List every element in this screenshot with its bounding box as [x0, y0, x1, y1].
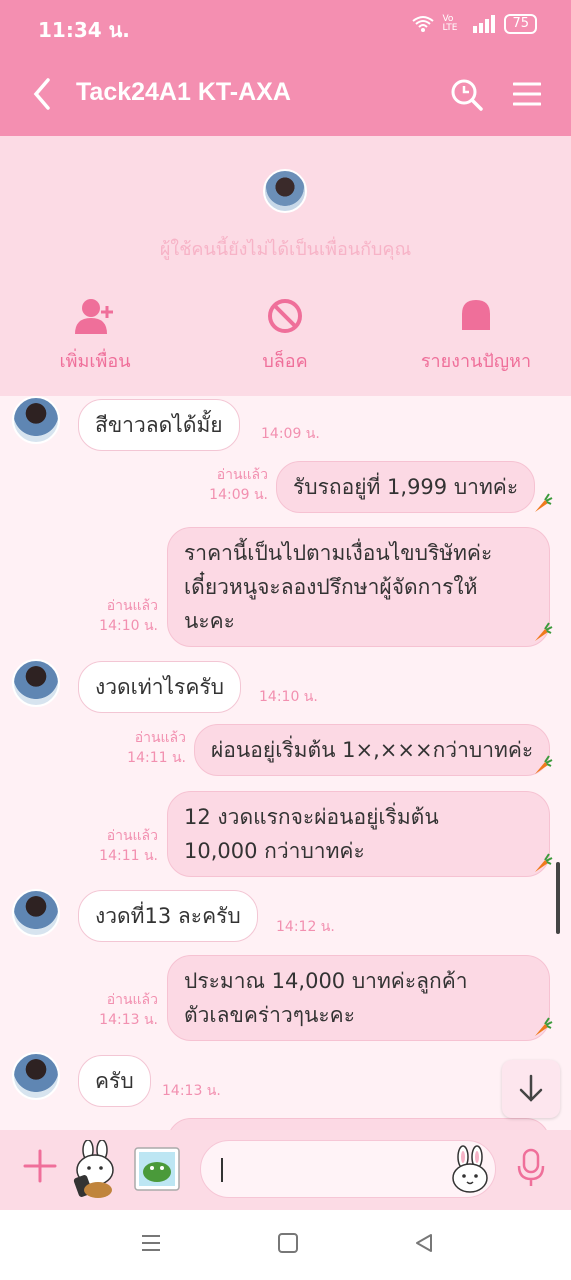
chat-header: Tack24A1 KT-AXA	[0, 52, 571, 136]
menu-icon[interactable]	[513, 80, 541, 108]
message-input[interactable]	[200, 1140, 496, 1198]
carrot-icon	[535, 493, 553, 512]
block-icon	[268, 299, 302, 333]
report-label: รายงานปัญหา	[420, 351, 532, 372]
outgoing-message[interactable]: ราคานี้เป็นไปตามเงื่อนไขบริษัทค่ะ เดี๋ยว…	[167, 527, 550, 647]
read-receipt: อ่านแล้ว 14:11 น.	[99, 828, 158, 864]
photo-sticker-icon[interactable]	[133, 1146, 181, 1192]
incoming-message[interactable]: งวดที่13 ละครับ	[78, 890, 258, 942]
incoming-message[interactable]: งวดเท่าไรครับ	[78, 661, 241, 713]
carrot-icon	[535, 853, 553, 872]
status-time: 11:34 น.	[38, 18, 130, 42]
search-icon[interactable]	[450, 78, 484, 112]
back-icon[interactable]	[28, 74, 58, 114]
text-caret	[221, 1158, 223, 1182]
system-nav-bar	[0, 1210, 571, 1280]
outgoing-message[interactable]: ประมาณ 14,000 บาทค่ะลูกค้า ตัวเลขคร่าวๆน…	[167, 955, 550, 1041]
message-time: 14:12 น.	[276, 919, 335, 935]
emoji-icon[interactable]	[445, 1145, 495, 1195]
message-time: 14:09 น.	[261, 426, 320, 442]
chat-title: Tack24A1 KT-AXA	[76, 78, 291, 106]
outgoing-message-partial[interactable]	[167, 1118, 550, 1130]
back-nav-icon[interactable]	[413, 1232, 435, 1254]
outgoing-message[interactable]: รับรถอยู่ที่ 1,999 บาทค่ะ	[276, 461, 536, 513]
add-friend-button[interactable]: เพิ่มเพื่อน	[10, 296, 180, 375]
block-button[interactable]: บล็อค	[200, 296, 370, 375]
message-input-bar	[0, 1130, 571, 1210]
recent-apps-icon[interactable]	[140, 1232, 162, 1254]
plus-icon[interactable]	[22, 1148, 58, 1184]
signal-icon	[473, 15, 496, 33]
scroll-down-icon	[519, 1074, 543, 1102]
message-time: 14:10 น.	[259, 689, 318, 705]
volte-label: Vo LTE	[442, 14, 458, 33]
add-friend-label: เพิ่มเพื่อน	[59, 351, 131, 372]
scrollbar[interactable]	[556, 862, 560, 934]
carrot-icon	[535, 622, 553, 641]
incoming-message[interactable]: สีขาวลดได้มั้ย	[78, 399, 240, 451]
read-receipt: อ่านแล้ว 14:11 น.	[127, 730, 186, 766]
outgoing-message[interactable]: ผ่อนอยู่เริ่มต้น 1×,×××กว่าบาทค่ะ	[194, 724, 551, 776]
stranger-panel: ผู้ใช้คนนี้ยังไม่ได้เป็นเพื่อนกับคุณ เพิ…	[0, 136, 571, 396]
sender-avatar[interactable]	[12, 396, 60, 444]
message-time: 14:13 น.	[162, 1083, 221, 1099]
incoming-message[interactable]: ครับ	[78, 1055, 151, 1107]
sender-avatar[interactable]	[12, 659, 60, 707]
sticker-icon[interactable]	[68, 1140, 122, 1198]
message-list[interactable]: สีขาวลดได้มั้ย 14:09 น. อ่านแล้ว 14:09 น.…	[0, 396, 571, 1130]
home-icon[interactable]	[277, 1232, 299, 1254]
sender-avatar[interactable]	[12, 889, 60, 937]
mic-icon[interactable]	[516, 1148, 546, 1188]
read-receipt: อ่านแล้ว 14:10 น.	[99, 598, 158, 634]
sender-avatar[interactable]	[12, 1052, 60, 1100]
report-button[interactable]: รายงานปัญหา	[391, 296, 561, 375]
outgoing-message[interactable]: 12 งวดแรกจะผ่อนอยู่เริ่มต้น 10,000 กว่าบ…	[167, 791, 550, 877]
carrot-icon	[535, 1017, 553, 1036]
not-friend-notice: ผู้ใช้คนนี้ยังไม่ได้เป็นเพื่อนกับคุณ	[159, 239, 412, 260]
contact-avatar[interactable]	[263, 169, 307, 213]
carrot-icon	[535, 755, 553, 774]
read-receipt: อ่านแล้ว 14:09 น.	[209, 467, 268, 503]
wifi-icon	[412, 16, 435, 32]
status-bar: 11:34 น. Vo LTE 75	[0, 0, 571, 52]
add-friend-icon	[75, 299, 113, 334]
read-receipt: อ่านแล้ว 14:13 น.	[99, 992, 158, 1028]
report-icon	[462, 300, 490, 330]
block-label: บล็อค	[262, 351, 308, 372]
scroll-down-button[interactable]	[502, 1060, 560, 1118]
battery-indicator: 75	[504, 14, 537, 34]
